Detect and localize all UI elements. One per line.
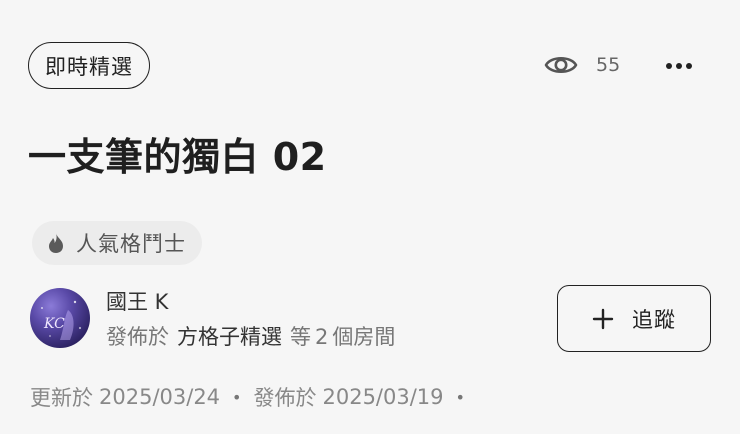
badge-label: 人氣格鬥士 — [76, 232, 186, 256]
plus-icon — [592, 308, 614, 329]
rooms-prefix: 等 — [290, 325, 311, 349]
author-name[interactable]: 國王 K — [106, 286, 168, 316]
follow-button[interactable]: 追蹤 — [557, 285, 711, 352]
view-counter: 55 — [544, 50, 620, 80]
updated-label: 更新於 — [30, 386, 93, 410]
avatar-initials: KC — [43, 316, 65, 332]
article-title: 一支筆的獨白 02 — [28, 135, 327, 179]
popularity-badge[interactable]: 人氣格鬥士 — [32, 221, 202, 265]
rooms-count[interactable]: 2 — [315, 325, 328, 349]
flame-icon — [49, 233, 63, 253]
article-header: 即時精選 55 一支筆的獨白 02 人氣格鬥士 KC 國王 K 發佈於 方格子精… — [0, 0, 740, 434]
date-separator-trailing: • — [455, 387, 465, 407]
publish-location: 發佈於 方格子精選 等 2 個房間 — [106, 321, 395, 351]
date-info: 更新於 2025/03/24 • 發佈於 2025/03/19 • — [30, 382, 477, 412]
published-in-link[interactable]: 方格子精選 — [177, 321, 282, 351]
published-date: 2025/03/19 — [322, 385, 444, 409]
follow-label: 追蹤 — [632, 307, 676, 332]
date-separator: • — [232, 387, 242, 407]
published-label: 發佈於 — [253, 386, 317, 410]
more-horizontal-icon[interactable] — [664, 58, 694, 74]
eye-icon — [544, 56, 578, 74]
published-prefix: 發佈於 — [106, 325, 169, 349]
updated-date: 2025/03/24 — [99, 385, 221, 409]
category-tag[interactable]: 即時精選 — [28, 42, 150, 89]
avatar[interactable]: KC — [30, 288, 90, 348]
view-count: 55 — [596, 54, 621, 76]
rooms-suffix[interactable]: 個房間 — [332, 321, 395, 351]
